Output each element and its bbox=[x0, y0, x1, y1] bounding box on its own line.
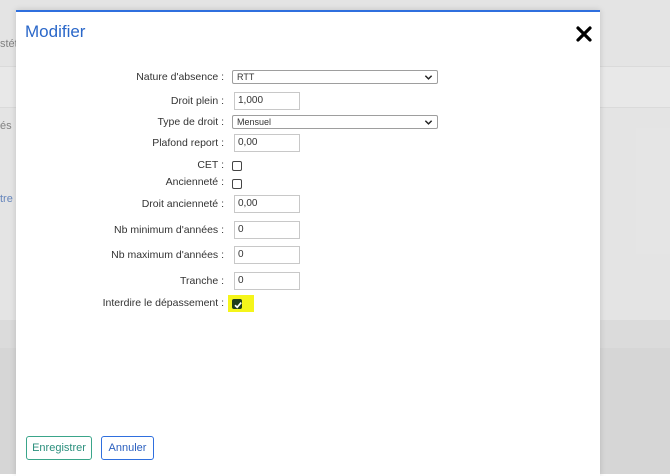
cancel-button[interactable]: Annuler bbox=[101, 436, 154, 460]
nb-minimum-input[interactable]: 0 bbox=[234, 221, 300, 239]
droit-plein-input[interactable]: 1,000 bbox=[234, 92, 300, 110]
field-row-anciennete: Ancienneté : bbox=[16, 175, 600, 195]
droit-plein-label: Droit plein : bbox=[170, 95, 224, 107]
save-button[interactable]: Enregistrer bbox=[26, 436, 92, 460]
nb-maximum-label: Nb maximum d'années : bbox=[111, 249, 224, 261]
field-row-type-droit: Type de droit : Mensuel bbox=[16, 115, 600, 135]
modal-title: Modifier bbox=[25, 22, 86, 41]
field-row-tranche: Tranche : 0 bbox=[16, 272, 600, 292]
field-row-plafond-report: Plafond report : 0,00 bbox=[16, 134, 600, 154]
nb-maximum-input[interactable]: 0 bbox=[234, 246, 300, 264]
cet-checkbox[interactable] bbox=[232, 161, 242, 171]
tranche-label: Tranche : bbox=[180, 275, 224, 287]
type-droit-select[interactable]: Mensuel bbox=[232, 115, 438, 129]
nature-absence-select[interactable]: RTT bbox=[232, 70, 438, 84]
chevron-down-icon bbox=[424, 120, 433, 125]
anciennete-label: Ancienneté : bbox=[165, 176, 224, 188]
edit-modal: Modifier Nature d'absence : RTT Droit pl… bbox=[16, 10, 600, 476]
close-icon bbox=[576, 26, 592, 42]
checkmark-icon bbox=[234, 302, 242, 309]
interdire-depassement-checkbox[interactable] bbox=[232, 299, 242, 309]
close-button[interactable] bbox=[574, 24, 594, 44]
field-row-nb-maximum: Nb maximum d'années : 0 bbox=[16, 246, 600, 266]
cet-label: CET : bbox=[197, 159, 224, 171]
plafond-report-input[interactable]: 0,00 bbox=[234, 134, 300, 152]
chevron-down-icon bbox=[424, 75, 433, 80]
interdire-depassement-label: Interdire le dépassement : bbox=[102, 297, 224, 309]
nb-minimum-label: Nb minimum d'années : bbox=[114, 224, 224, 236]
field-row-nb-minimum: Nb minimum d'années : 0 bbox=[16, 221, 600, 241]
type-droit-label: Type de droit : bbox=[157, 116, 224, 128]
field-row-droit-anciennete: Droit ancienneté : 0,00 bbox=[16, 195, 600, 215]
nature-absence-label: Nature d'absence : bbox=[136, 71, 224, 83]
droit-anciennete-label: Droit ancienneté : bbox=[141, 198, 224, 210]
droit-anciennete-input[interactable]: 0,00 bbox=[234, 195, 300, 213]
field-row-nature-absence: Nature d'absence : RTT bbox=[16, 70, 600, 90]
tranche-input[interactable]: 0 bbox=[234, 272, 300, 290]
anciennete-checkbox[interactable] bbox=[232, 179, 242, 189]
type-droit-value: Mensuel bbox=[237, 117, 272, 127]
field-row-droit-plein: Droit plein : 1,000 bbox=[16, 92, 600, 112]
field-row-interdire-depassement: Interdire le dépassement : bbox=[16, 295, 600, 316]
nature-absence-value: RTT bbox=[237, 72, 255, 82]
plafond-report-label: Plafond report : bbox=[152, 137, 224, 149]
